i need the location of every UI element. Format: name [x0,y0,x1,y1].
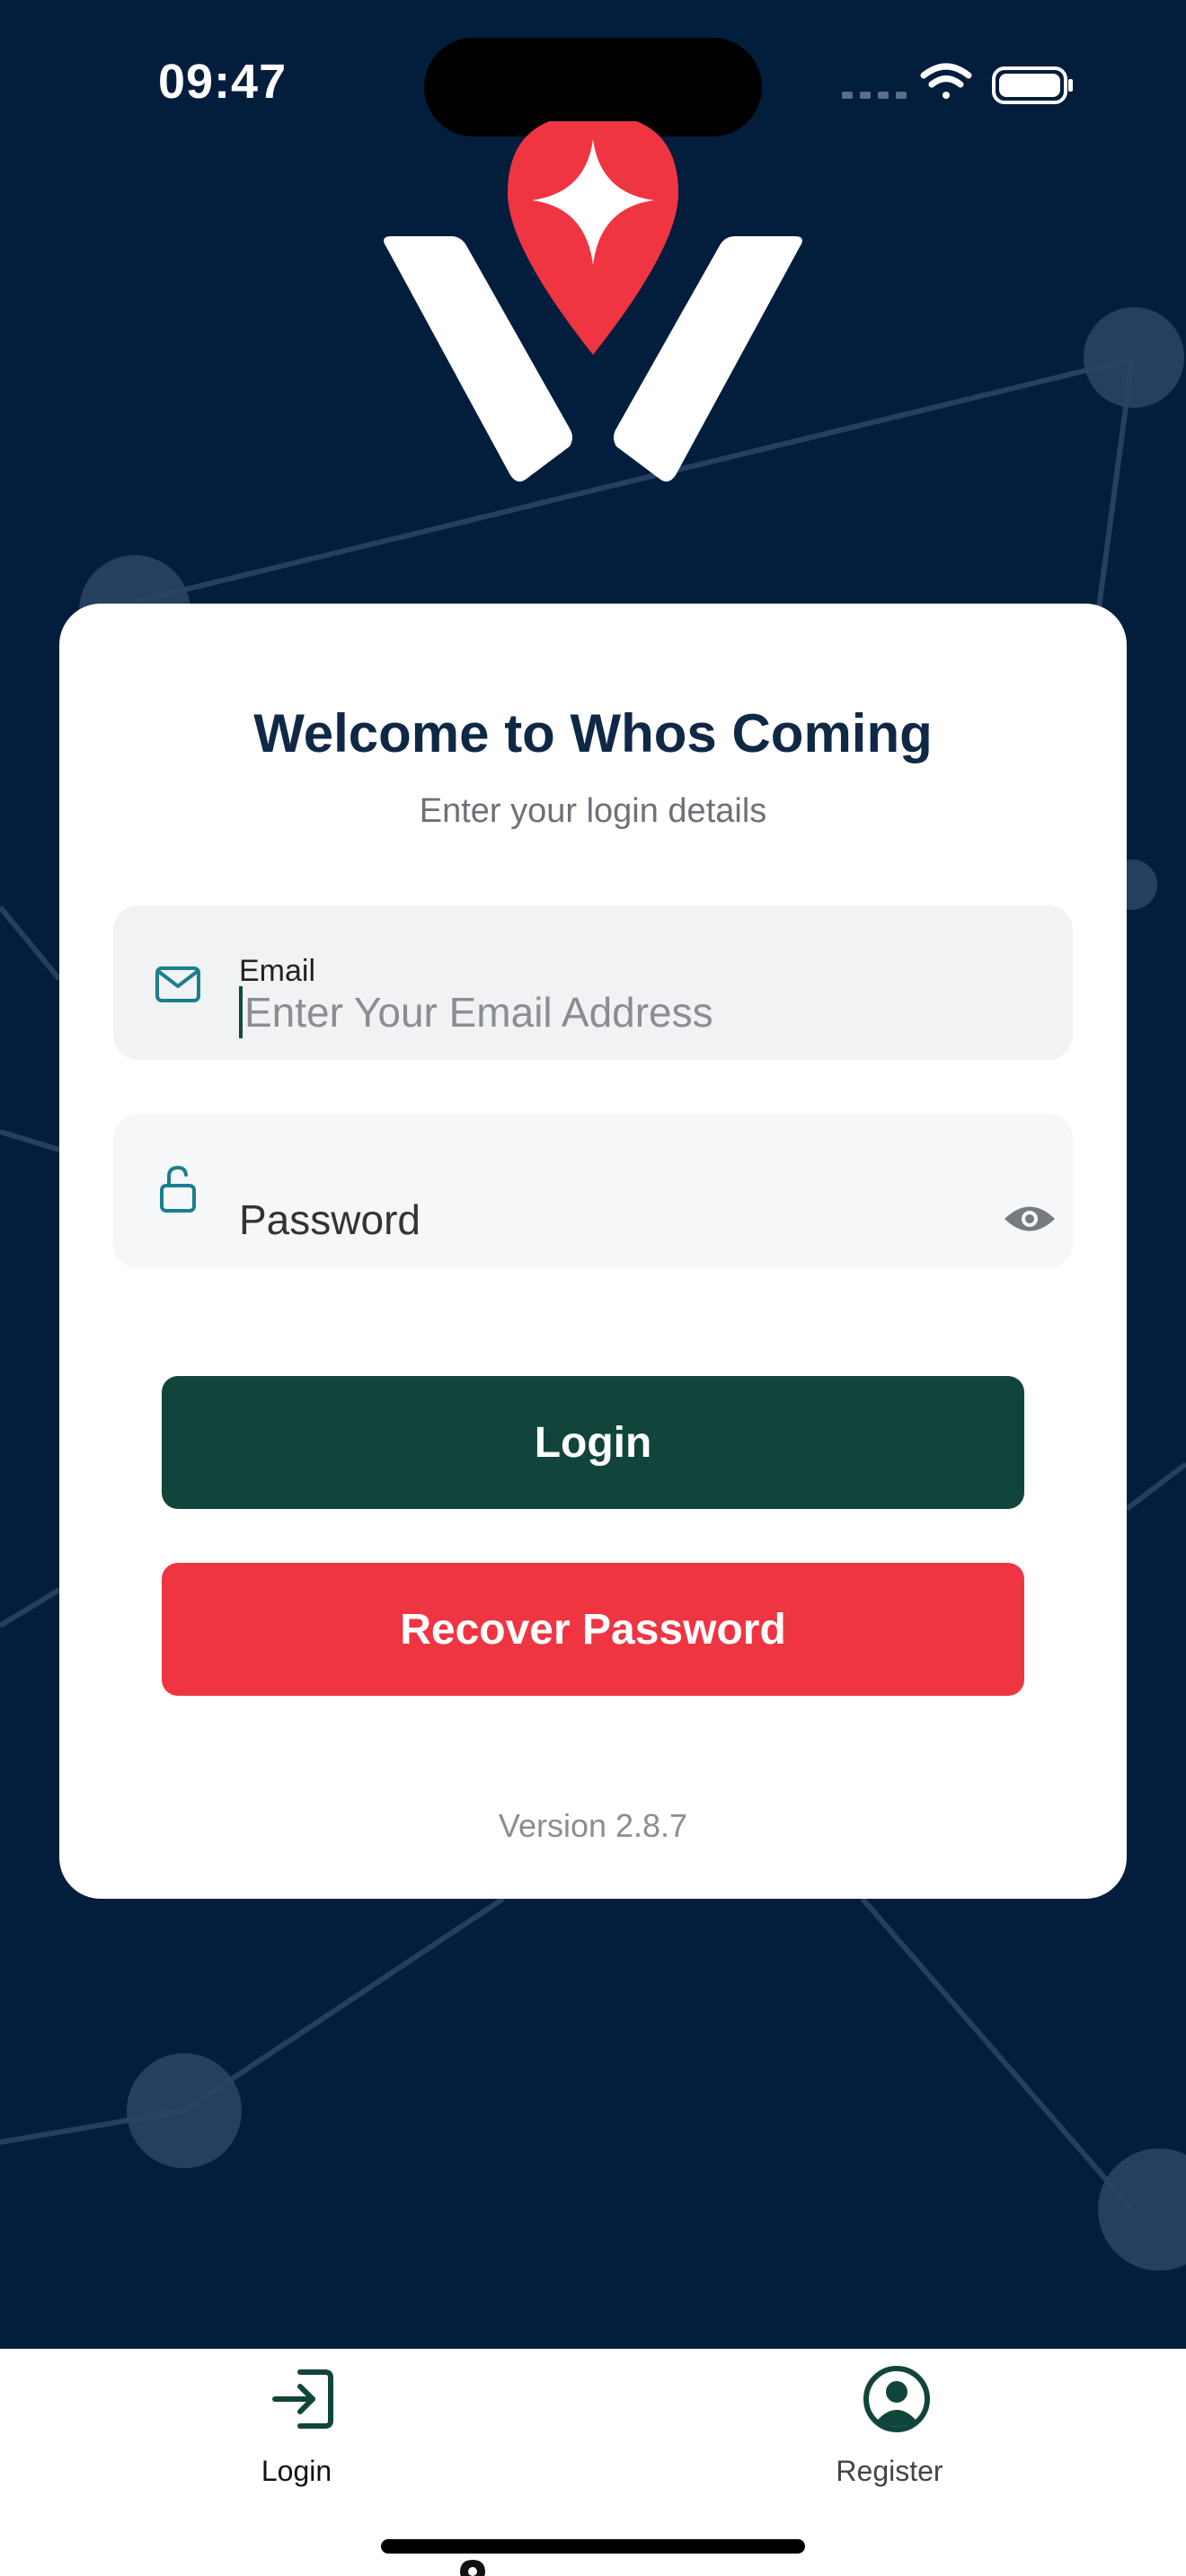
tab-register-label: Register [836,2455,943,2487]
version-text: Version 2.8.7 [498,1807,688,1844]
mail-icon [155,966,200,1002]
whos-coming-logo [384,121,802,482]
password-field[interactable] [113,1114,1073,1268]
tab-login[interactable]: Login [180,2365,413,2500]
status-time: 09:47 [158,55,288,109]
unlock-icon [160,1166,196,1213]
login-button[interactable]: Login [162,1376,1024,1509]
login-icon [272,2369,333,2429]
location-pin-icon [460,2560,485,2576]
email-field[interactable]: Email [113,905,1073,1060]
login-card: Welcome to Whos Coming Enter your login … [59,604,1127,1899]
user-circle-icon [863,2366,930,2432]
battery-icon [992,66,1073,104]
wifi-icon [920,63,972,99]
tab-register[interactable]: Register [773,2365,1006,2500]
tab-login-label: Login [261,2455,332,2487]
eye-icon[interactable] [1003,1202,1057,1236]
cellular-signal-icon [842,92,907,99]
email-input[interactable] [239,986,1035,1038]
login-screen: 09:47 Welcome to Whos Coming Enter your … [0,0,1186,2576]
recover-password-button[interactable]: Recover Password [162,1563,1024,1696]
email-label: Email [239,954,316,988]
page-title: Welcome to Whos Coming [253,703,933,763]
status-icons [842,63,1073,104]
password-input[interactable] [239,1193,940,1247]
page-subtitle: Enter your login details [419,792,767,830]
home-indicator [381,2539,805,2554]
